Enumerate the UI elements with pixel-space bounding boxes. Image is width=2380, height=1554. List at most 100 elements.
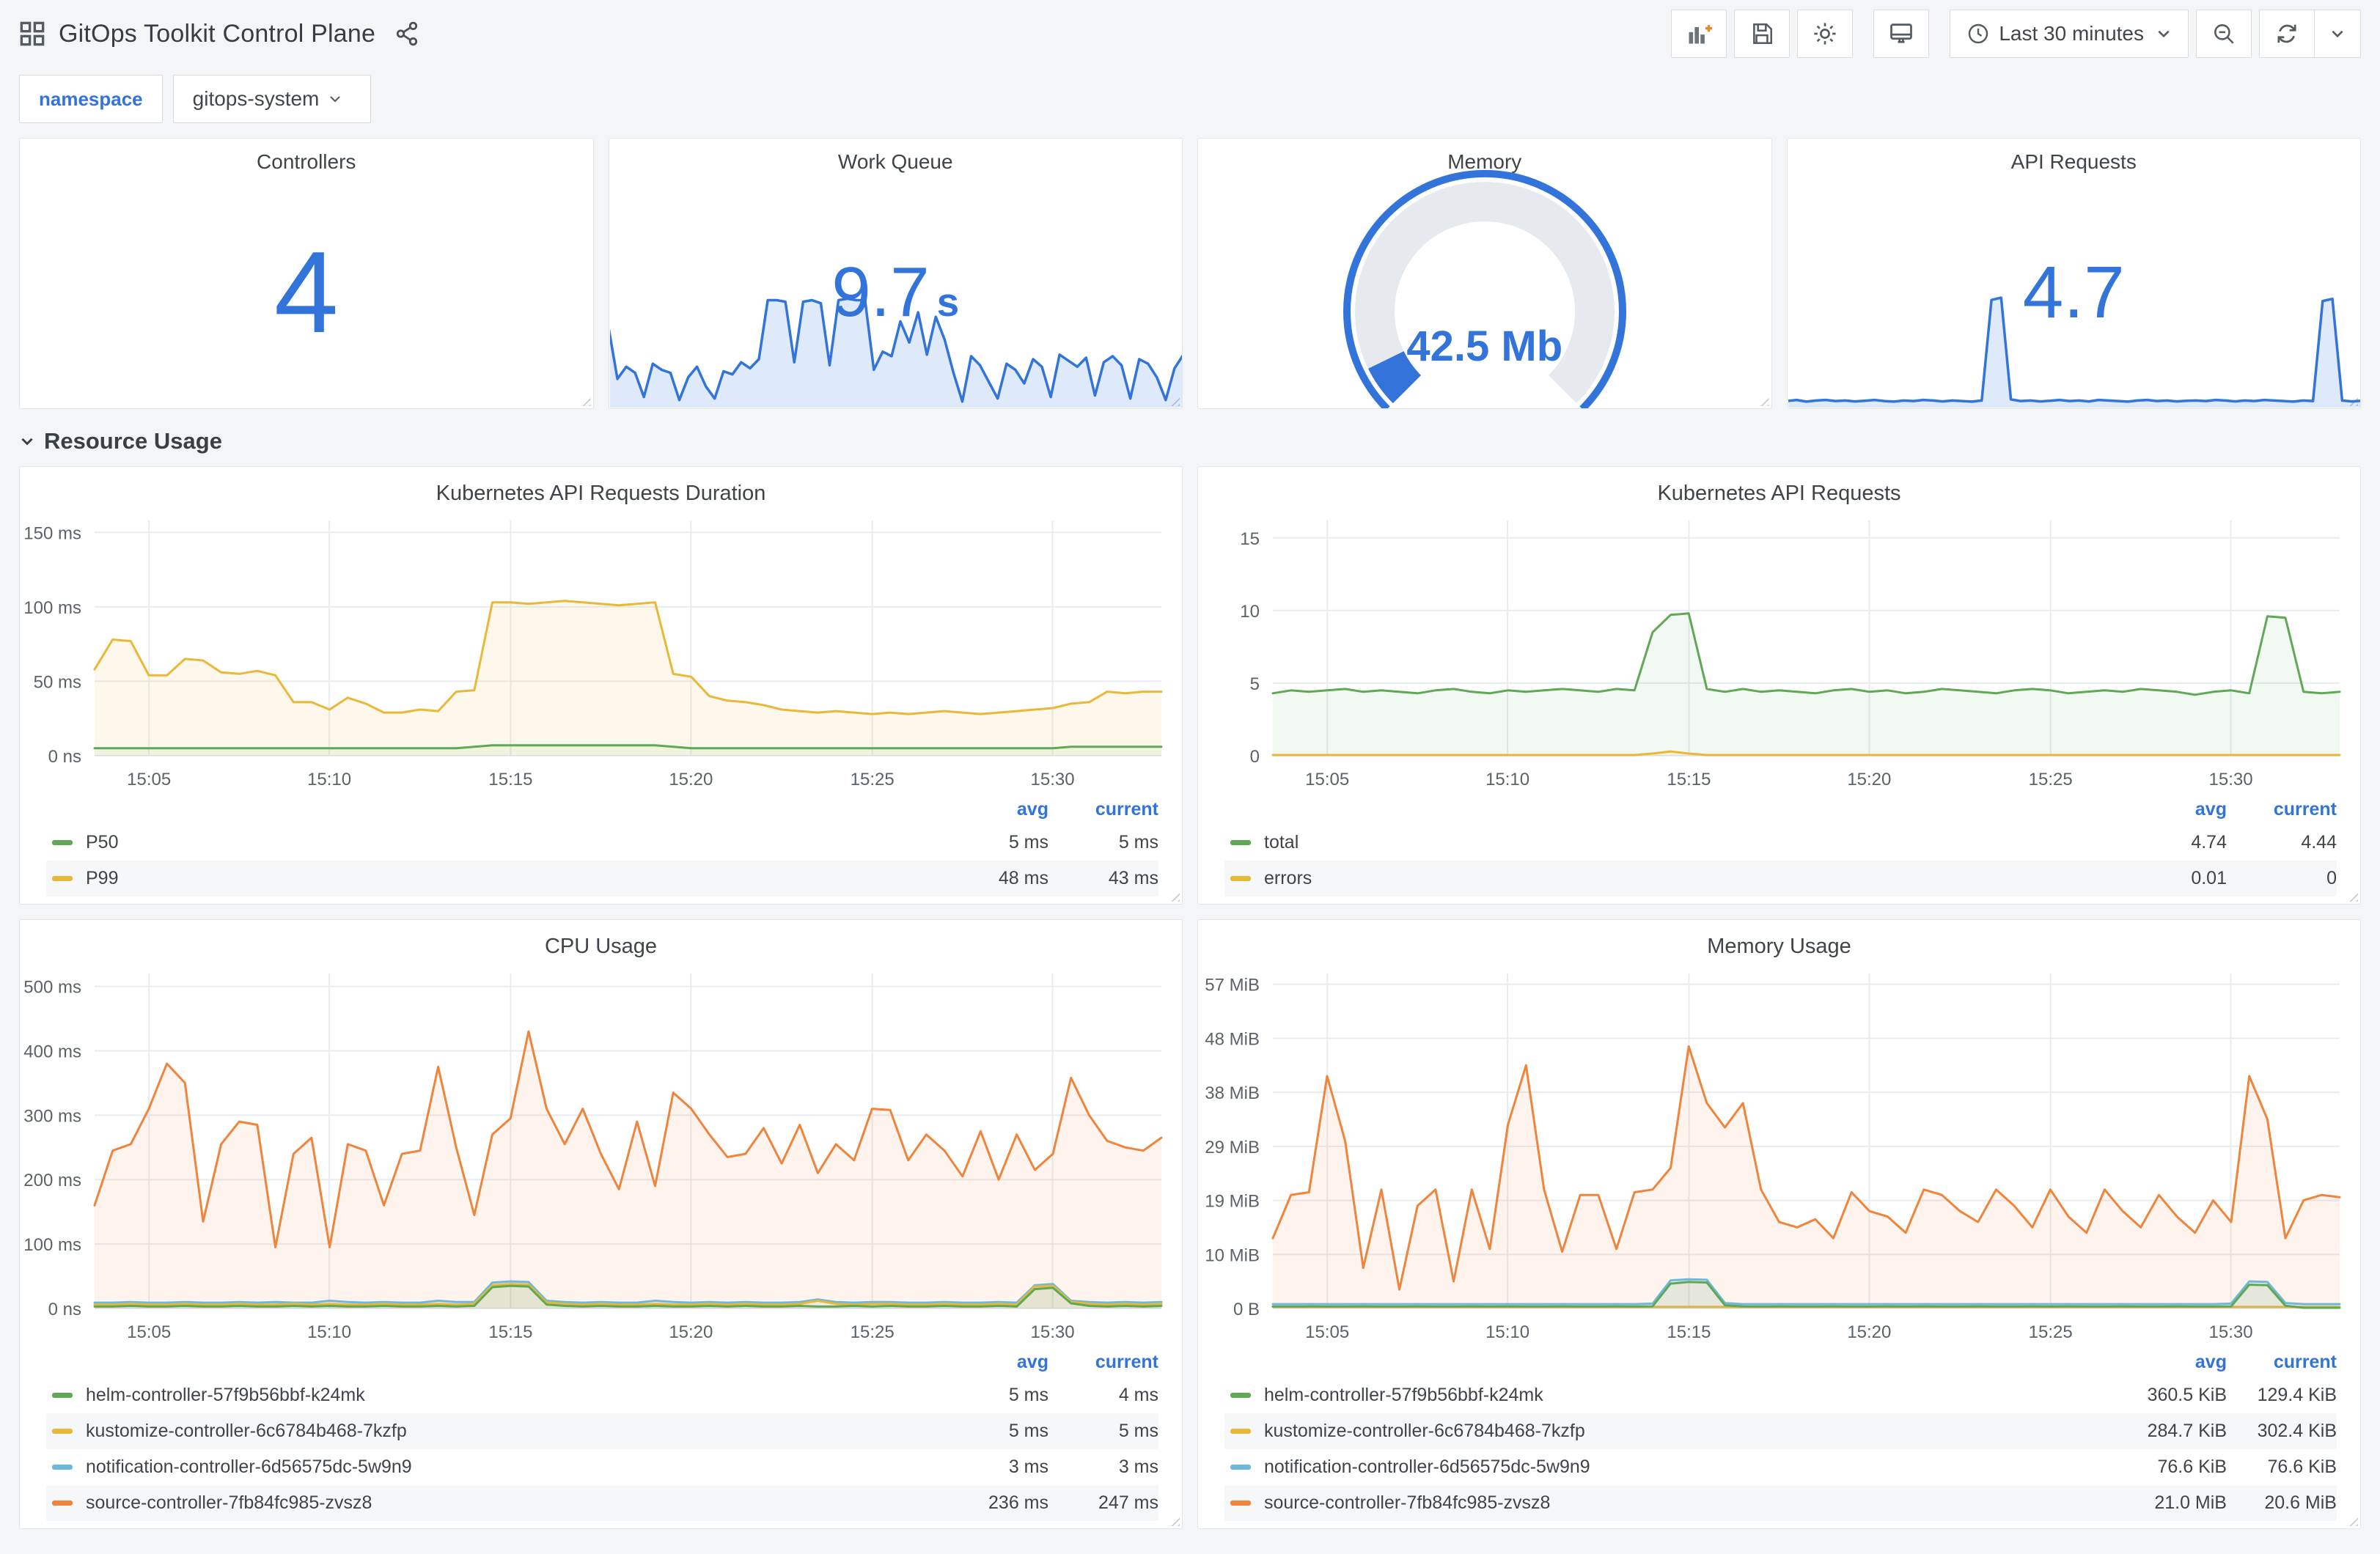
- series-name[interactable]: errors: [1264, 868, 2117, 889]
- series-avg: 236 ms: [988, 1492, 1048, 1513]
- legend-sort-avg[interactable]: avg: [939, 799, 1048, 820]
- series-name[interactable]: source-controller-7fb84fc985-zvsz8: [1264, 1492, 2117, 1514]
- time-range-picker[interactable]: Last 30 minutes: [1950, 10, 2189, 58]
- panel-title[interactable]: API Requests: [1788, 150, 2361, 174]
- legend-sort-current[interactable]: current: [1048, 1352, 1158, 1373]
- legend-sort-current[interactable]: current: [2227, 799, 2337, 820]
- panel-cpu-usage: CPU Usage 15:05 15:10 15:15 15:20 15:25 15:30…: [19, 919, 1183, 1529]
- svg-text:500 ms: 500 ms: [23, 978, 81, 998]
- panel-title[interactable]: Controllers: [20, 150, 593, 174]
- panel-title[interactable]: CPU Usage: [20, 920, 1182, 962]
- legend-sort-avg[interactable]: avg: [2117, 1352, 2227, 1373]
- series-avg: 360.5 KiB: [2147, 1385, 2227, 1405]
- legend-sort-current[interactable]: current: [1048, 799, 1158, 820]
- gear-icon: [1812, 21, 1838, 47]
- legend-row: total 4.74 4.44: [1224, 825, 2337, 861]
- series-color-swatch: [1230, 876, 1251, 881]
- cpu-plot[interactable]: 15:05 15:10 15:15 15:20 15:25 15:30 0 ns 100 ms…: [20, 962, 1182, 1347]
- legend-row: P50 5 ms 5 ms: [46, 825, 1158, 861]
- series-name[interactable]: helm-controller-57f9b56bbf-k24mk: [1264, 1385, 2117, 1406]
- requests-plot[interactable]: 15:05 15:10 15:15 15:20 15:25 15:30 0 5 10 15: [1198, 509, 2360, 794]
- namespace-select[interactable]: gitops-system: [172, 75, 372, 123]
- series-color-swatch: [1230, 1393, 1251, 1398]
- monitor-icon: [1888, 21, 1914, 47]
- series-avg: 21.0 MiB: [2154, 1492, 2227, 1513]
- tv-mode-button[interactable]: [1873, 10, 1930, 58]
- legend-sort-avg[interactable]: avg: [939, 1352, 1048, 1373]
- svg-text:15:15: 15:15: [488, 770, 532, 789]
- svg-text:15:20: 15:20: [669, 770, 713, 789]
- series-name[interactable]: kustomize-controller-6c6784b468-7kzfp: [86, 1421, 939, 1442]
- series-current: 247 ms: [1098, 1492, 1158, 1513]
- series-current: 4.44: [2301, 832, 2337, 853]
- svg-text:100 ms: 100 ms: [23, 598, 81, 618]
- duration-plot[interactable]: 15:05 15:10 15:15 15:20 15:25 15:30 0 ns 50 ms 1…: [20, 509, 1182, 794]
- series-current: 4 ms: [1118, 1385, 1158, 1405]
- panel-title[interactable]: Kubernetes API Requests Duration: [20, 467, 1182, 509]
- legend-row: kustomize-controller-6c6784b468-7kzfp 28…: [1224, 1413, 2337, 1449]
- svg-text:15:30: 15:30: [1031, 1322, 1075, 1342]
- svg-text:400 ms: 400 ms: [23, 1042, 81, 1061]
- svg-text:15:05: 15:05: [1305, 1322, 1349, 1342]
- panel-memory: Memory 42.5 Mb: [1197, 138, 1772, 409]
- svg-text:48 MiB: 48 MiB: [1205, 1029, 1260, 1049]
- series-current: 0: [2326, 868, 2337, 888]
- legend-sort-avg[interactable]: avg: [2117, 799, 2227, 820]
- panel-api-requests: API Requests 4.7: [1786, 138, 2361, 409]
- svg-text:15:20: 15:20: [669, 1322, 713, 1342]
- svg-text:150 ms: 150 ms: [23, 523, 81, 543]
- panel-title[interactable]: Work Queue: [609, 150, 1183, 174]
- chevron-down-icon: [19, 433, 35, 449]
- refresh-button[interactable]: [2260, 10, 2315, 57]
- legend-sort-current[interactable]: current: [2227, 1352, 2337, 1373]
- duration-legend: avg current P50 5 ms 5 ms P99 48 ms 43 m…: [20, 794, 1182, 904]
- grafana-dashboard: GitOps Toolkit Control Plane Last 30 min…: [0, 0, 2380, 1554]
- series-color-swatch: [52, 1393, 73, 1398]
- series-avg: 3 ms: [1008, 1457, 1048, 1477]
- share-icon[interactable]: [394, 21, 419, 46]
- save-icon: [1749, 21, 1774, 46]
- series-name[interactable]: notification-controller-6d56575dc-5w9n9: [86, 1457, 939, 1478]
- add-panel-button[interactable]: [1671, 10, 1727, 58]
- svg-text:15:05: 15:05: [127, 770, 171, 789]
- zoom-out-button[interactable]: [2196, 10, 2252, 58]
- series-name[interactable]: P99: [86, 868, 939, 889]
- panel-controllers: Controllers 4: [19, 138, 594, 409]
- series-color-swatch: [1230, 840, 1251, 845]
- stat-row: Controllers 4 Work Queue 9.7 s Memory 42.…: [19, 138, 2361, 409]
- series-name[interactable]: total: [1264, 832, 2117, 853]
- variable-label-box: namespace: [19, 75, 163, 123]
- dashboard-header: GitOps Toolkit Control Plane Last 30 min…: [0, 0, 2380, 67]
- series-current: 20.6 MiB: [2264, 1492, 2337, 1513]
- dashboard-title: GitOps Toolkit Control Plane: [59, 19, 376, 48]
- panel-k8s-api-requests-duration: Kubernetes API Requests Duration 15:05 15…: [19, 466, 1183, 905]
- svg-text:0 ns: 0 ns: [48, 1300, 81, 1319]
- legend-row: kustomize-controller-6c6784b468-7kzfp 5 …: [46, 1413, 1158, 1449]
- refresh-interval-dropdown[interactable]: [2315, 10, 2360, 57]
- variable-label: namespace: [39, 87, 143, 110]
- series-name[interactable]: P50: [86, 832, 939, 853]
- series-name[interactable]: notification-controller-6d56575dc-5w9n9: [1264, 1457, 2117, 1478]
- template-variables: namespace gitops-system: [19, 75, 2361, 123]
- section-resource-usage[interactable]: Resource Usage: [19, 428, 2361, 454]
- series-name[interactable]: kustomize-controller-6c6784b468-7kzfp: [1264, 1421, 2117, 1442]
- dashboard-settings-button[interactable]: [1797, 10, 1854, 58]
- clock-icon: [1966, 22, 1990, 45]
- panel-title[interactable]: Kubernetes API Requests: [1198, 467, 2360, 509]
- refresh-split-button: [2259, 10, 2361, 58]
- apps-icon: [19, 21, 45, 47]
- chart-row-1: Kubernetes API Requests Duration 15:05 15…: [19, 466, 2361, 905]
- panel-work-queue: Work Queue 9.7 s: [608, 138, 1183, 409]
- panel-memory-usage: Memory Usage 15:05 15:10 15:15 15:20 15:25 15…: [1197, 919, 2361, 1529]
- add-panel-icon: [1686, 21, 1713, 47]
- panel-title[interactable]: Memory Usage: [1198, 920, 2360, 962]
- series-current: 129.4 KiB: [2257, 1385, 2337, 1405]
- save-dashboard-button[interactable]: [1734, 10, 1790, 58]
- svg-text:200 ms: 200 ms: [23, 1171, 81, 1190]
- series-current: 5 ms: [1118, 1421, 1158, 1441]
- series-name[interactable]: source-controller-7fb84fc985-zvsz8: [86, 1492, 939, 1514]
- memory-plot[interactable]: 15:05 15:10 15:15 15:20 15:25 15:30 0 B 10 MiB 1…: [1198, 962, 2360, 1347]
- svg-text:15:25: 15:25: [2029, 770, 2073, 789]
- series-name[interactable]: helm-controller-57f9b56bbf-k24mk: [86, 1385, 939, 1406]
- svg-text:29 MiB: 29 MiB: [1205, 1138, 1260, 1157]
